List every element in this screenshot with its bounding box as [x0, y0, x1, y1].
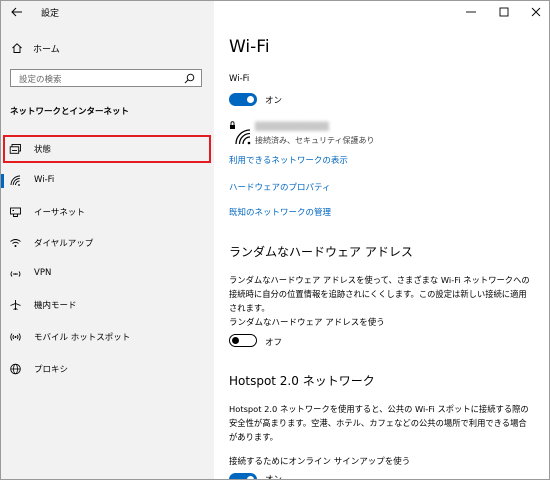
highlight-annotation-box	[3, 135, 211, 163]
back-button[interactable]	[7, 4, 27, 20]
sidebar-item-label: VPN	[34, 268, 52, 278]
search-icon	[184, 73, 195, 84]
title-bar: 設定	[1, 1, 214, 25]
show-available-networks-link[interactable]: 利用できるネットワークの表示	[229, 154, 348, 166]
sidebar-item-hotspot[interactable]: モバイル ホットスポット	[1, 325, 214, 349]
sidebar-item-label: ダイヤルアップ	[34, 239, 94, 249]
sidebar-section-title: ネットワークとインターネット	[10, 107, 130, 117]
ethernet-icon	[10, 207, 21, 217]
manage-known-networks-link[interactable]: 既知のネットワークの管理	[229, 206, 331, 218]
hotspot20-heading: Hotspot 2.0 ネットワーク	[229, 374, 375, 388]
minimize-icon[interactable]	[463, 5, 479, 19]
hotspot20-description: Hotspot 2.0 ネットワークを使用すると、公共の Wi-Fi スポットに…	[229, 404, 529, 442]
sidebar-item-proxy[interactable]: プロキシ	[1, 357, 214, 381]
sidebar-item-ethernet[interactable]: イーサネット	[1, 200, 214, 224]
toggle-knob	[232, 337, 239, 344]
hotspot20-toggle[interactable]	[229, 473, 257, 479]
sidebar: 設定 ホーム 設定の検索 ネットワークとインターネット 状態 Wi-Fi イーサ…	[1, 1, 214, 479]
sidebar-item-wifi[interactable]: Wi-Fi	[1, 169, 214, 193]
home-nav-item[interactable]: ホーム	[1, 39, 214, 59]
close-icon[interactable]	[528, 5, 544, 19]
sidebar-item-label: イーサネット	[34, 208, 85, 218]
sidebar-item-vpn[interactable]: VPN	[1, 262, 214, 286]
sidebar-item-airplane[interactable]: 機内モード	[1, 293, 214, 317]
hotspot-icon	[10, 333, 21, 341]
wifi-toggle-state: オン	[265, 96, 283, 106]
sidebar-item-label: Wi-Fi	[34, 175, 55, 185]
maximize-icon[interactable]	[496, 5, 512, 19]
sidebar-item-label: モバイル ホットスポット	[34, 333, 131, 343]
sidebar-item-label: プロキシ	[34, 365, 69, 375]
wifi-icon	[10, 175, 21, 186]
random-hw-toggle-state: オフ	[265, 338, 283, 348]
home-label: ホーム	[33, 45, 60, 55]
dialup-icon	[10, 239, 21, 247]
back-arrow-icon	[11, 7, 22, 17]
search-input[interactable]: 設定の検索	[10, 69, 202, 87]
main-content: Wi-Fi Wi-Fi オン ████████████ 接続済み、セキュリティ保…	[214, 1, 549, 479]
vpn-icon	[10, 271, 21, 277]
hardware-properties-link[interactable]: ハードウェアのプロパティ	[229, 181, 331, 193]
airplane-icon	[10, 300, 21, 310]
sidebar-item-dialup[interactable]: ダイヤルアップ	[1, 231, 214, 255]
random-hw-toggle[interactable]	[229, 334, 257, 347]
page-title: Wi-Fi	[229, 37, 270, 57]
sidebar-item-label: 機内モード	[34, 301, 77, 311]
network-status: 接続済み、セキュリティ保護あり	[255, 136, 375, 145]
settings-window: 設定 ホーム 設定の検索 ネットワークとインターネット 状態 Wi-Fi イーサ…	[0, 0, 550, 480]
toggle-knob	[247, 476, 254, 479]
hotspot20-toggle-state: オン	[265, 475, 283, 480]
window-title: 設定	[41, 9, 60, 19]
hotspot20-toggle-label: 接続するためにオンライン サインアップを使う	[229, 457, 411, 467]
globe-icon	[10, 363, 21, 375]
wifi-toggle-label: Wi-Fi	[229, 74, 250, 84]
search-placeholder: 設定の検索	[19, 75, 62, 85]
random-hw-description: ランダムなハードウェア アドレスを使って、さまざまな Wi-Fi ネットワークへ…	[229, 275, 530, 313]
network-name-blurred: ████████████	[255, 122, 329, 131]
home-icon	[12, 43, 22, 53]
random-hw-heading: ランダムなハードウェア アドレス	[229, 245, 413, 259]
secured-wifi-network-icon	[230, 121, 251, 145]
random-hw-toggle-label: ランダムなハードウェア アドレスを使う	[229, 318, 385, 328]
wifi-toggle[interactable]	[229, 93, 257, 106]
toggle-knob	[247, 96, 254, 103]
